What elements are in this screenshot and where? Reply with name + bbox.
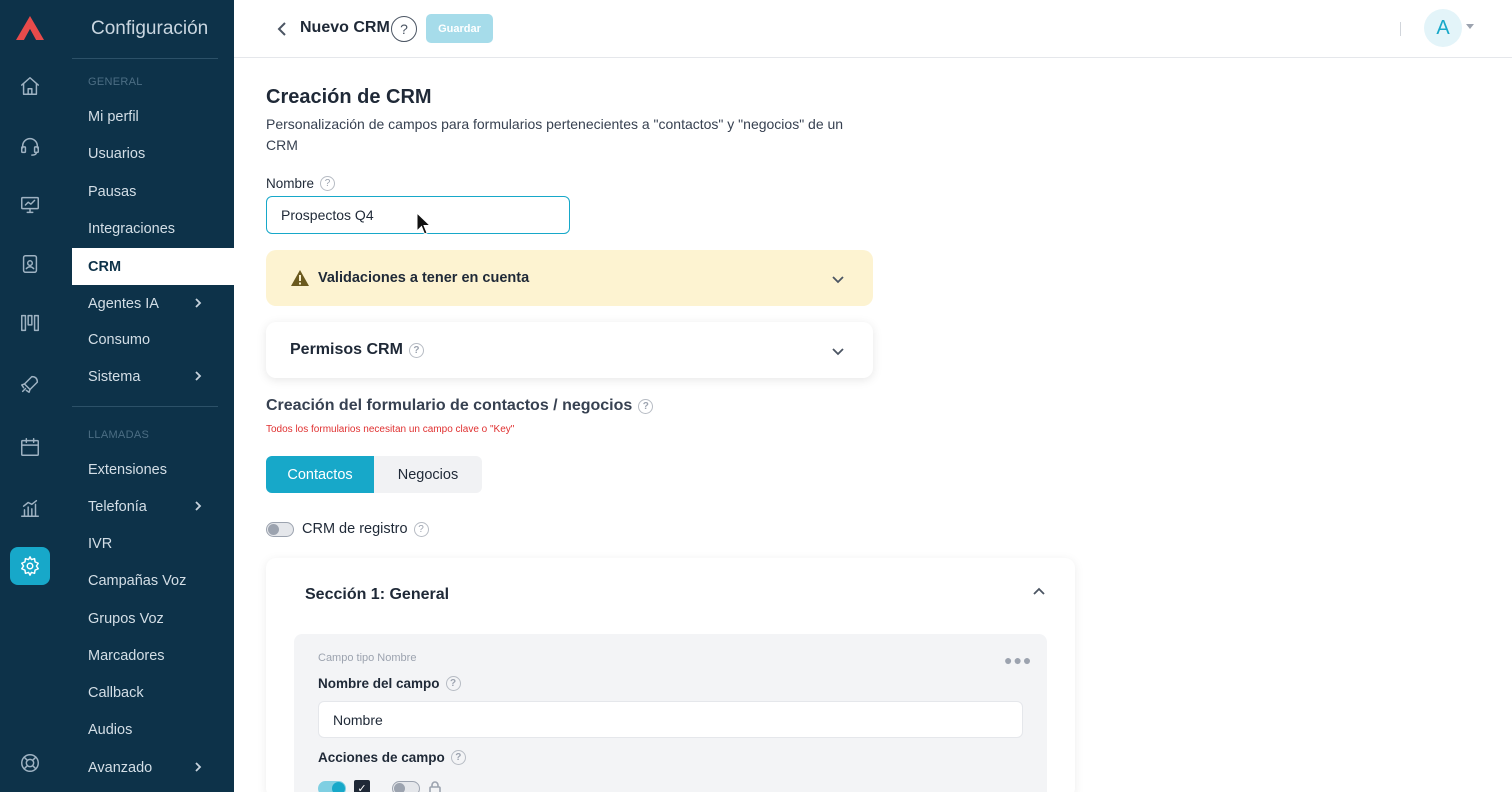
sidebar-group-llamadas: LLAMADAS: [88, 429, 150, 441]
headset-icon[interactable]: [16, 132, 44, 160]
help-icon[interactable]: ?: [320, 176, 336, 191]
sidebar-item-grupos-voz[interactable]: Grupos Voz: [72, 600, 234, 637]
page-title: Nuevo CRM: [300, 19, 390, 36]
sidebar-divider: [72, 406, 218, 407]
sidebar-item-marcadores[interactable]: Marcadores: [72, 637, 234, 674]
sidebar-item-mi-perfil[interactable]: Mi perfil: [72, 98, 234, 135]
mouse-cursor-icon: [416, 211, 432, 236]
sidebar-item-ivr[interactable]: IVR: [72, 525, 234, 562]
field-actions-label: Acciones de campo ?: [318, 750, 466, 765]
field-name-label: Nombre del campo ?: [318, 676, 461, 691]
form-error-message: Todos los formularios necesitan un campo…: [266, 424, 515, 435]
sidebar-item-sistema[interactable]: Sistema: [72, 358, 234, 395]
crm-creation-description: Personalización de campos para formulari…: [266, 116, 844, 153]
sidebar-item-extensiones[interactable]: Extensiones: [72, 451, 234, 488]
help-icon[interactable]: ?: [413, 521, 429, 537]
save-button[interactable]: Guardar: [426, 14, 493, 43]
help-icon[interactable]: ?: [445, 676, 461, 691]
field-name-input[interactable]: Nombre: [318, 701, 1023, 738]
field-card: Campo tipo Nombre ●●● Nombre del campo ?…: [294, 634, 1047, 792]
help-icon[interactable]: ?: [408, 342, 424, 358]
sidebar-title: Configuración: [91, 18, 209, 39]
field-lock-toggle[interactable]: [392, 780, 420, 792]
icon-rail: [0, 0, 72, 792]
sidebar-item-avanzado[interactable]: Avanzado: [72, 749, 234, 786]
permissions-accordion[interactable]: Permisos CRM ?: [266, 322, 873, 378]
permissions-label: Permisos CRM: [290, 341, 403, 358]
chevron-down-icon: [831, 272, 845, 286]
sidebar-item-consumo[interactable]: Consumo: [72, 321, 234, 358]
more-options-icon[interactable]: ●●●: [1004, 652, 1032, 668]
crm-register-toggle[interactable]: [266, 522, 294, 537]
sidebar-item-usuarios[interactable]: Usuarios: [72, 135, 234, 172]
tab-negocios[interactable]: Negocios: [374, 456, 482, 493]
calendar-icon[interactable]: [16, 433, 44, 461]
caret-down-icon[interactable]: [1466, 24, 1474, 29]
field-actions-row: ✓: [318, 780, 442, 792]
sidebar-item-campanas-voz[interactable]: Campañas Voz: [72, 562, 234, 599]
chart-icon[interactable]: [16, 494, 44, 522]
validations-label: Validaciones a tener en cuenta: [318, 270, 530, 286]
form-section: Sección 1: General Campo tipo Nombre ●●●…: [266, 558, 1075, 792]
settings-sidebar: Configuración GENERAL Mi perfil Usuarios…: [72, 0, 234, 792]
field-required-toggle[interactable]: [318, 780, 346, 792]
sidebar-item-crm[interactable]: CRM: [72, 248, 234, 285]
sidebar-item-callback[interactable]: Callback: [72, 674, 234, 711]
topbar-divider: [1400, 22, 1401, 36]
help-icon[interactable]: ?: [638, 398, 654, 414]
help-icon[interactable]: ?: [391, 16, 417, 42]
gear-icon[interactable]: [10, 547, 50, 585]
tab-contactos[interactable]: Contactos: [266, 456, 374, 493]
chevron-right-icon: [192, 761, 204, 773]
chevron-right-icon: [192, 297, 204, 309]
main-content: Creación de CRM Personalización de campo…: [266, 58, 1512, 792]
sidebar-item-pausas[interactable]: Pausas: [72, 173, 234, 210]
form-tabs: Contactos Negocios: [266, 456, 482, 493]
help-icon[interactable]: ?: [450, 750, 466, 765]
sidebar-item-audios[interactable]: Audios: [72, 711, 234, 748]
back-arrow-icon[interactable]: [274, 19, 290, 39]
chevron-right-icon: [192, 500, 204, 512]
sidebar-divider: [72, 58, 218, 59]
chevron-right-icon: [192, 370, 204, 382]
crm-creation-title: Creación de CRM: [266, 86, 432, 108]
name-label: Nombre ?: [266, 176, 336, 191]
warning-icon: [291, 270, 309, 286]
chevron-up-icon[interactable]: [1032, 584, 1046, 598]
home-icon[interactable]: [16, 72, 44, 100]
sidebar-item-telefonia[interactable]: Telefonía: [72, 488, 234, 525]
crm-register-label: CRM de registro ?: [302, 521, 429, 537]
board-icon[interactable]: [16, 309, 44, 337]
monitor-icon[interactable]: [16, 191, 44, 219]
chevron-down-icon: [831, 344, 845, 358]
sidebar-item-integraciones[interactable]: Integraciones: [72, 210, 234, 247]
sidebar-group-general: GENERAL: [88, 76, 143, 88]
checkbox-checked-icon[interactable]: ✓: [354, 780, 370, 792]
field-type-label: Campo tipo Nombre: [318, 652, 417, 664]
badge-icon[interactable]: [16, 250, 44, 278]
top-bar: Nuevo CRM ? Guardar A: [234, 0, 1512, 58]
section-title: Sección 1: General: [305, 586, 450, 603]
lock-icon: [428, 780, 442, 792]
app-logo[interactable]: [14, 14, 46, 42]
form-builder-title: Creación del formulario de contactos / n…: [266, 397, 654, 415]
sidebar-item-agentes-ia[interactable]: Agentes IA: [72, 285, 234, 322]
rocket-icon[interactable]: [16, 370, 44, 398]
lifebuoy-icon[interactable]: [16, 749, 44, 777]
validations-accordion[interactable]: Validaciones a tener en cuenta: [266, 250, 873, 306]
avatar[interactable]: A: [1424, 9, 1462, 47]
